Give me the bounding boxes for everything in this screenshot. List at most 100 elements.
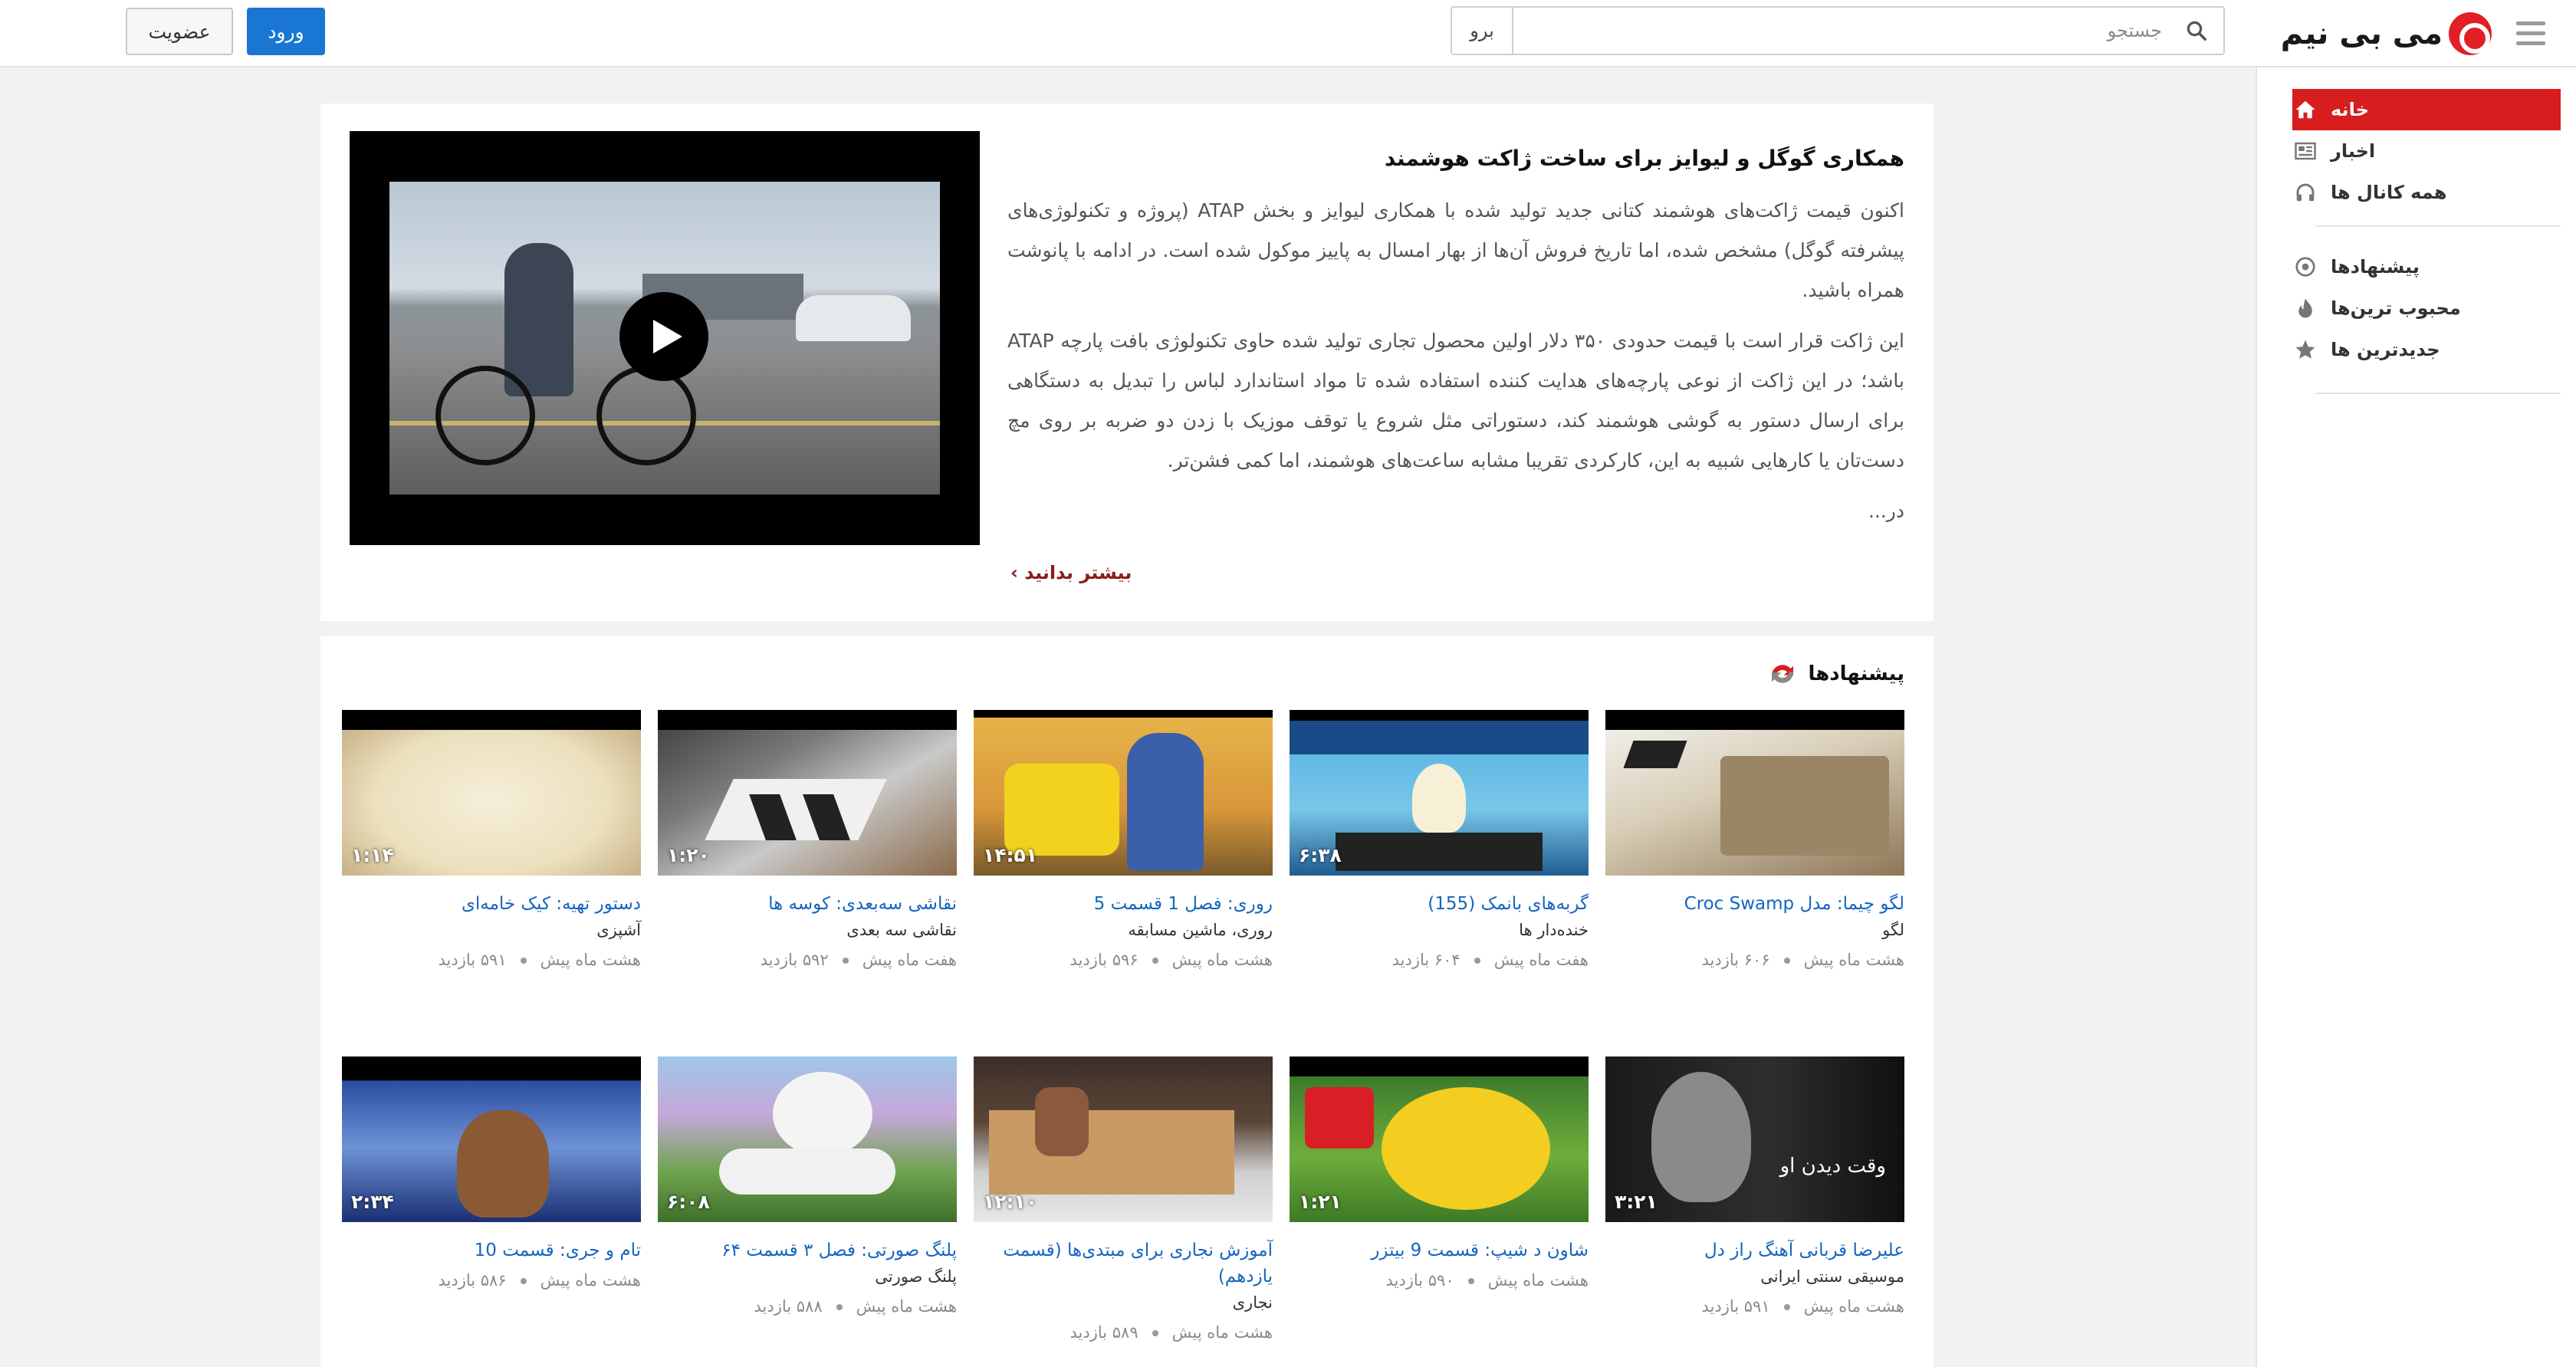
sidebar: خانه اخبار همه کانال ها پیشنهادها محبوب …	[2256, 67, 2576, 1367]
featured-paragraph: این ژاکت قرار است با قیمت حدودی ۳۵۰ دلار…	[1007, 330, 1904, 472]
video-card[interactable]: ۲:۳۴ تام و جری: قسمت 10 هشت ماه پیش ۵۸۶ ب…	[342, 1056, 641, 1296]
video-age: هشت ماه پیش	[1171, 1323, 1273, 1342]
video-thumbnail[interactable]: ۲:۳۴	[342, 1056, 641, 1222]
top-bar: می بی نیم برو ورود عضویت	[0, 0, 2576, 67]
video-views: ۶۰۴ بازدید	[1392, 951, 1460, 969]
search-icon[interactable]	[2170, 8, 2223, 54]
sidebar-item-label: همه کانال ها	[2331, 182, 2447, 203]
video-duration: ۶:۳۸	[1299, 844, 1342, 866]
video-channel[interactable]: آشپزی	[342, 917, 641, 943]
video-channel[interactable]: لگو	[1605, 917, 1904, 943]
video-meta: هشت ماه پیش ۶۰۶ بازدید	[1605, 945, 1904, 975]
suggestions-icon	[1772, 665, 1794, 683]
video-thumbnail[interactable]: ۶:۳۸	[1290, 710, 1589, 876]
play-icon[interactable]	[619, 292, 708, 381]
video-card[interactable]: ۱۴:۵۱ روری: فصل 1 قسمت 5 روری، ماشین مسا…	[974, 710, 1273, 975]
video-thumbnail[interactable]	[1605, 710, 1904, 876]
sidebar-item-label: پیشنهادها	[2331, 256, 2420, 278]
video-channel[interactable]: نجاری	[974, 1290, 1273, 1316]
video-title[interactable]: گربه‌های بانمک (155)	[1290, 891, 1589, 917]
logo-text: می بی نیم	[2280, 16, 2443, 51]
video-title[interactable]: نقاشی سه‌بعدی: کوسه ها	[658, 891, 957, 917]
video-title[interactable]: شاون د شیپ: قسمت 9 بیتزر	[1290, 1237, 1589, 1263]
video-views: ۵۹۶ بازدید	[1070, 951, 1138, 969]
video-title[interactable]: تام و جری: قسمت 10	[342, 1237, 641, 1263]
featured-paragraph: اکنون قیمت ژاکت‌های هوشمند کتانی جدید تو…	[1007, 199, 1905, 301]
sidebar-divider	[2315, 225, 2561, 227]
video-title[interactable]: دستور تهیه: کیک خامه‌ای	[342, 891, 641, 917]
video-overlay-text: وقت دیدن او	[1779, 1155, 1886, 1178]
headphones-icon	[2292, 179, 2318, 205]
search-go-button[interactable]: برو	[1452, 8, 1513, 54]
video-thumbnail[interactable]: ۱۴:۵۱	[974, 710, 1273, 876]
video-views: ۵۹۰ بازدید	[1385, 1271, 1454, 1290]
video-duration: ۱۲:۱۰	[983, 1191, 1038, 1213]
video-views: ۵۸۶ بازدید	[438, 1271, 507, 1290]
sidebar-item-popular[interactable]: محبوب ترین‌ها	[2292, 288, 2561, 329]
sidebar-item-newest[interactable]: جدیدترین ها	[2292, 329, 2561, 370]
site-logo[interactable]: می بی نیم	[2281, 11, 2492, 57]
register-button[interactable]: عضویت	[126, 8, 233, 55]
video-card[interactable]: ۱:۱۴ دستور تهیه: کیک خامه‌ای آشپزی هشت م…	[342, 710, 641, 975]
video-card[interactable]: ۶:۰۸ پلنگ صورتی: فصل ۳ قسمت ۶۴ پلنگ صورت…	[658, 1056, 957, 1322]
video-title[interactable]: علیرضا قربانی آهنگ راز دل	[1605, 1237, 1904, 1263]
video-thumbnail[interactable]: ۱:۲۰	[658, 710, 957, 876]
video-card[interactable]: وقت دیدن او ۳:۲۱ علیرضا قربانی آهنگ راز …	[1605, 1056, 1904, 1322]
video-duration: ۱:۱۴	[351, 844, 394, 866]
read-more-link[interactable]: بیشتر بدانید ›	[1010, 562, 1132, 583]
video-views: ۵۹۱ بازدید	[438, 951, 507, 969]
video-title[interactable]: لگو چیما: مدل Croc Swamp	[1605, 891, 1904, 917]
search-input[interactable]	[1513, 8, 2170, 54]
video-thumbnail[interactable]: وقت دیدن او ۳:۲۱	[1605, 1056, 1904, 1222]
video-duration: ۱:۲۱	[1299, 1191, 1342, 1213]
video-age: هشت ماه پیش	[540, 1271, 641, 1290]
video-channel[interactable]: خنده‌دار ها	[1290, 917, 1589, 943]
video-thumbnail[interactable]: ۱:۱۴	[342, 710, 641, 876]
menu-icon[interactable]	[2516, 21, 2545, 46]
featured-video-player[interactable]	[350, 131, 980, 545]
sidebar-item-label: خانه	[2331, 99, 2369, 120]
video-channel[interactable]: موسیقی سنتی ایرانی	[1605, 1263, 1904, 1290]
video-duration: ۳:۲۱	[1615, 1191, 1658, 1213]
video-age: هشت ماه پیش	[1803, 1297, 1904, 1316]
featured-title[interactable]: همکاری گوگل و لیوایز برای ساخت ژاکت هوشم…	[1007, 143, 1904, 174]
sidebar-divider	[2315, 393, 2561, 394]
video-age: هشت ماه پیش	[1487, 1271, 1589, 1290]
video-thumbnail[interactable]: ۱۲:۱۰	[974, 1056, 1273, 1222]
logo-icon	[2449, 12, 2492, 55]
video-thumbnail[interactable]: ۱:۲۱	[1290, 1056, 1589, 1222]
video-duration: ۲:۳۴	[351, 1191, 394, 1213]
video-channel[interactable]: نقاشی سه بعدی	[658, 917, 957, 943]
video-card[interactable]: ۱۲:۱۰ آموزش نجاری برای مبتدی‌ها (قسمت یا…	[974, 1056, 1273, 1348]
video-thumbnail[interactable]: ۶:۰۸	[658, 1056, 957, 1222]
video-views: ۵۸۸ بازدید	[754, 1297, 823, 1316]
video-views: ۵۸۹ بازدید	[1070, 1323, 1138, 1342]
video-card[interactable]: لگو چیما: مدل Croc Swamp لگو هشت ماه پیش…	[1605, 710, 1904, 975]
login-button[interactable]: ورود	[247, 8, 325, 55]
featured-paragraph: در...	[1868, 500, 1904, 522]
video-age: هفت ماه پیش	[862, 951, 957, 969]
video-card[interactable]: ۱:۲۱ شاون د شیپ: قسمت 9 بیتزر هشت ماه پی…	[1290, 1056, 1589, 1296]
sidebar-item-news[interactable]: اخبار	[2292, 130, 2561, 172]
news-icon	[2292, 138, 2318, 164]
video-title[interactable]: آموزش نجاری برای مبتدی‌ها (قسمت یازدهم)	[974, 1237, 1273, 1290]
sidebar-item-channels[interactable]: همه کانال ها	[2292, 172, 2561, 213]
sidebar-item-suggestions[interactable]: پیشنهادها	[2292, 246, 2561, 288]
video-title[interactable]: روری: فصل 1 قسمت 5	[974, 891, 1273, 917]
video-age: هشت ماه پیش	[856, 1297, 957, 1316]
video-meta: هشت ماه پیش ۵۹۰ بازدید	[1290, 1265, 1589, 1296]
home-icon	[2292, 97, 2318, 123]
video-views: ۵۹۲ بازدید	[760, 951, 829, 969]
video-age: هفت ماه پیش	[1493, 951, 1589, 969]
video-channel[interactable]: پلنگ صورتی	[658, 1263, 957, 1290]
sidebar-item-home[interactable]: خانه	[2292, 89, 2561, 130]
sidebar-item-label: اخبار	[2331, 140, 2376, 162]
video-duration: ۱۴:۵۱	[983, 844, 1038, 866]
video-meta: هشت ماه پیش ۵۸۸ بازدید	[658, 1291, 957, 1322]
star-icon	[2292, 337, 2318, 363]
video-title[interactable]: پلنگ صورتی: فصل ۳ قسمت ۶۴	[658, 1237, 957, 1263]
featured-article: همکاری گوگل و لیوایز برای ساخت ژاکت هوشم…	[1007, 143, 1904, 542]
video-card[interactable]: ۶:۳۸ گربه‌های بانمک (155) خنده‌دار ها هف…	[1290, 710, 1589, 975]
video-channel[interactable]: روری، ماشین مسابقه	[974, 917, 1273, 943]
video-card[interactable]: ۱:۲۰ نقاشی سه‌بعدی: کوسه ها نقاشی سه بعد…	[658, 710, 957, 975]
